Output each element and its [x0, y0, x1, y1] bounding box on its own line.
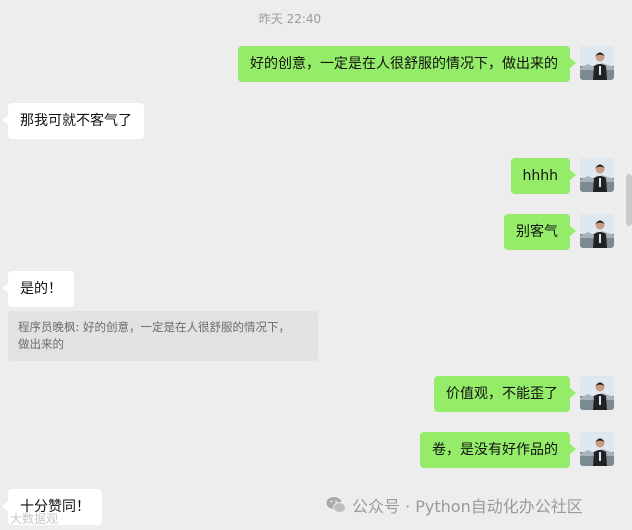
- avatar[interactable]: [580, 376, 614, 410]
- message-bubble[interactable]: 别客气: [504, 214, 576, 250]
- watermark: 公众号 · Python自动化办公社区: [326, 493, 583, 517]
- message-row-right: 价值观，不能歪了: [434, 376, 614, 412]
- message-bubble[interactable]: 那我可就不客气了: [2, 103, 144, 139]
- message-row-right: 别客气: [504, 214, 614, 250]
- avatar[interactable]: [580, 432, 614, 466]
- message-bubble[interactable]: 是的！: [2, 271, 74, 307]
- quoted-message[interactable]: 程序员晚枫: 好的创意，一定是在人很舒服的情况下， 做出来的: [8, 311, 318, 361]
- avatar[interactable]: [580, 214, 614, 248]
- chat-window: 昨天 22:40 好的创意，一定是在人很舒服的情况下，做出来的 那我可就不客气了…: [0, 0, 632, 530]
- avatar[interactable]: [580, 46, 614, 80]
- watermark-text: 公众号 · Python自动化办公社区: [352, 497, 583, 516]
- bottom-watermark: 大数据观: [10, 512, 59, 526]
- message-row-right: 好的创意，一定是在人很舒服的情况下，做出来的: [238, 46, 614, 82]
- message-bubble[interactable]: 好的创意，一定是在人很舒服的情况下，做出来的: [238, 46, 576, 82]
- message-row-right: 卷，是没有好作品的: [420, 432, 614, 468]
- message-row-left: 是的！: [2, 271, 74, 307]
- quote-line: 做出来的: [18, 337, 64, 351]
- message-bubble[interactable]: 卷，是没有好作品的: [420, 432, 576, 468]
- message-row-right: hhhh: [510, 158, 614, 194]
- message-row-left: 那我可就不客气了: [2, 103, 144, 139]
- quote-line: 程序员晚枫: 好的创意，一定是在人很舒服的情况下，: [18, 320, 291, 334]
- message-bubble[interactable]: 价值观，不能歪了: [434, 376, 576, 412]
- timestamp: 昨天 22:40: [258, 12, 322, 26]
- wechat-icon: [326, 496, 346, 514]
- avatar[interactable]: [580, 158, 614, 192]
- scrollbar-thumb[interactable]: [626, 174, 632, 226]
- message-bubble[interactable]: hhhh: [510, 158, 576, 194]
